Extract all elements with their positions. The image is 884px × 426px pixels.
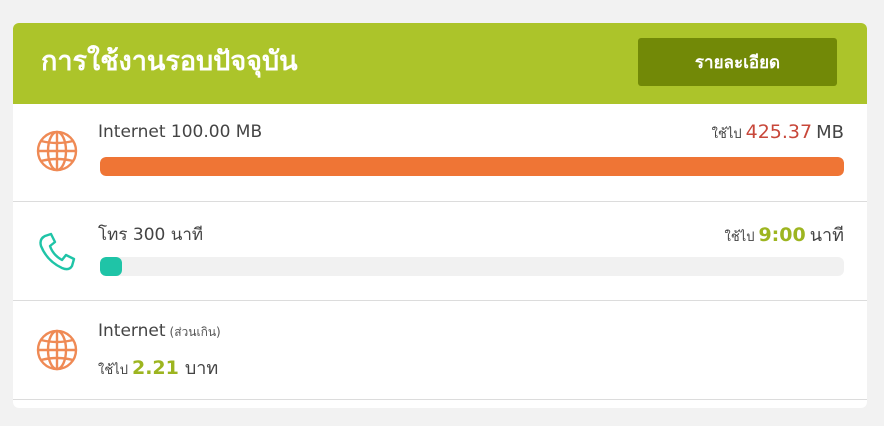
used-value: 9:00 (758, 224, 806, 246)
globe-icon (36, 130, 78, 172)
detail-button[interactable]: รายละเอียด (638, 38, 837, 86)
used-unit: นาที (809, 225, 844, 246)
used-prefix: ใช้ไป (98, 363, 128, 378)
globe-icon (36, 329, 78, 371)
usage-progress-bar (100, 157, 844, 176)
used-value: 425.37 (745, 121, 813, 143)
used-unit: บาท (184, 358, 219, 379)
used-amount: ใช้ไป 9:00 นาที (724, 220, 844, 249)
used-value: 2.21 (131, 357, 179, 379)
used-amount: ใช้ไป 425.37 MB (712, 121, 844, 144)
card-header: การใช้งานรอบปัจจุบัน รายละเอียด (13, 23, 867, 104)
page-title: การใช้งานรอบปัจจุบัน (41, 46, 298, 77)
usage-progress-fill (100, 257, 123, 276)
used-prefix: ใช้ไป (724, 230, 755, 245)
used-prefix: ใช้ไป (711, 127, 742, 142)
used-amount: ใช้ไป 2.21 บาท (98, 353, 218, 382)
usage-row-internet-overage: Internet (ส่วนเกิน) ใช้ไป 2.21 บาท (13, 301, 867, 400)
used-unit: MB (816, 122, 844, 143)
usage-row-internet: Internet 100.00 MB ใช้ไป 425.37 MB (13, 104, 867, 202)
row-title: Internet (ส่วนเกิน) (98, 321, 221, 342)
usage-card: การใช้งานรอบปัจจุบัน รายละเอียด Internet… (13, 23, 867, 408)
row-title-note: (ส่วนเกิน) (169, 325, 221, 339)
usage-row-voice: โทร 300 นาที ใช้ไป 9:00 นาที (13, 202, 867, 301)
row-title-main: Internet (98, 321, 166, 341)
row-title: Internet 100.00 MB (98, 122, 263, 142)
row-title: โทร 300 นาที (98, 225, 204, 245)
usage-progress-fill (100, 157, 844, 176)
usage-progress-bar (100, 257, 844, 276)
phone-icon (39, 232, 76, 271)
